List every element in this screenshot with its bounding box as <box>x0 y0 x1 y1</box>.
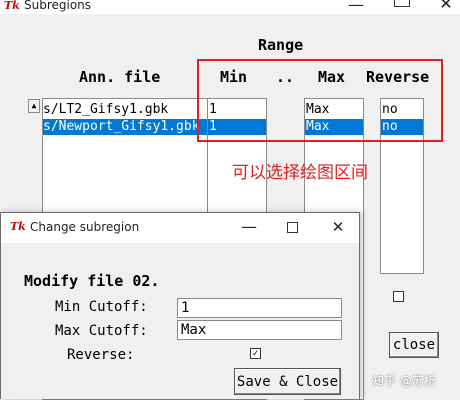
maximize-icon[interactable] <box>287 222 298 233</box>
change-subregion-dialog: Tk Change subregion — ✕ Modify file 02. … <box>0 212 360 399</box>
tk-app-icon: Tk <box>10 220 26 233</box>
save-close-button[interactable]: Save & Close <box>234 368 341 395</box>
dialog-titlebar[interactable]: Tk Change subregion — ✕ <box>1 213 359 243</box>
close-button[interactable]: close <box>389 332 439 358</box>
minimize-icon[interactable]: — <box>346 0 366 14</box>
tk-app-icon: Tk <box>4 0 20 12</box>
reverse-checkbox[interactable]: ✓ <box>250 348 261 359</box>
max-cutoff-label: Max Cutoff: <box>55 323 148 339</box>
min-cutoff-label: Min Cutoff: <box>55 299 148 315</box>
watermark-text: 知乎 @苏析 <box>372 374 436 388</box>
maximize-icon[interactable] <box>394 0 410 7</box>
highlight-box <box>197 59 443 142</box>
ann-file-header: Ann. file <box>79 68 161 86</box>
scroll-up-arrow[interactable]: ▲ <box>28 99 40 113</box>
file-name: s/LT2_Gifsy1.gbk <box>43 102 169 117</box>
close-icon[interactable]: ✕ <box>328 218 348 236</box>
close-icon[interactable]: ✕ <box>436 0 456 13</box>
main-titlebar[interactable]: Tk Subregions — ✕ <box>0 0 460 14</box>
reverse-checkbox[interactable] <box>393 291 404 302</box>
reverse-label: Reverse: <box>67 347 135 363</box>
dialog-title: Change subregion <box>30 220 140 234</box>
checkmark-icon: ✓ <box>252 348 259 359</box>
dialog-heading: Modify file 02. <box>24 272 160 290</box>
file-row-2[interactable]: s/Newport_Gifsy1.gbk <box>43 119 207 135</box>
minimize-icon[interactable]: — <box>239 217 259 236</box>
file-name: s/Newport_Gifsy1.gbk <box>43 119 200 134</box>
range-annotation: 可以选择绘图区间 <box>232 163 368 183</box>
min-cutoff-value: 1 <box>181 300 190 316</box>
min-cutoff-input[interactable]: 1 <box>177 298 342 318</box>
max-cutoff-input[interactable]: Max <box>177 320 342 340</box>
range-header: Range <box>258 36 304 54</box>
close-button-label: close <box>392 337 436 353</box>
window-title: Subregions <box>24 0 92 12</box>
max-cutoff-value: Max <box>181 322 207 338</box>
save-close-label: Save & Close <box>236 373 339 390</box>
file-row-1[interactable]: s/LT2_Gifsy1.gbk <box>43 102 207 118</box>
